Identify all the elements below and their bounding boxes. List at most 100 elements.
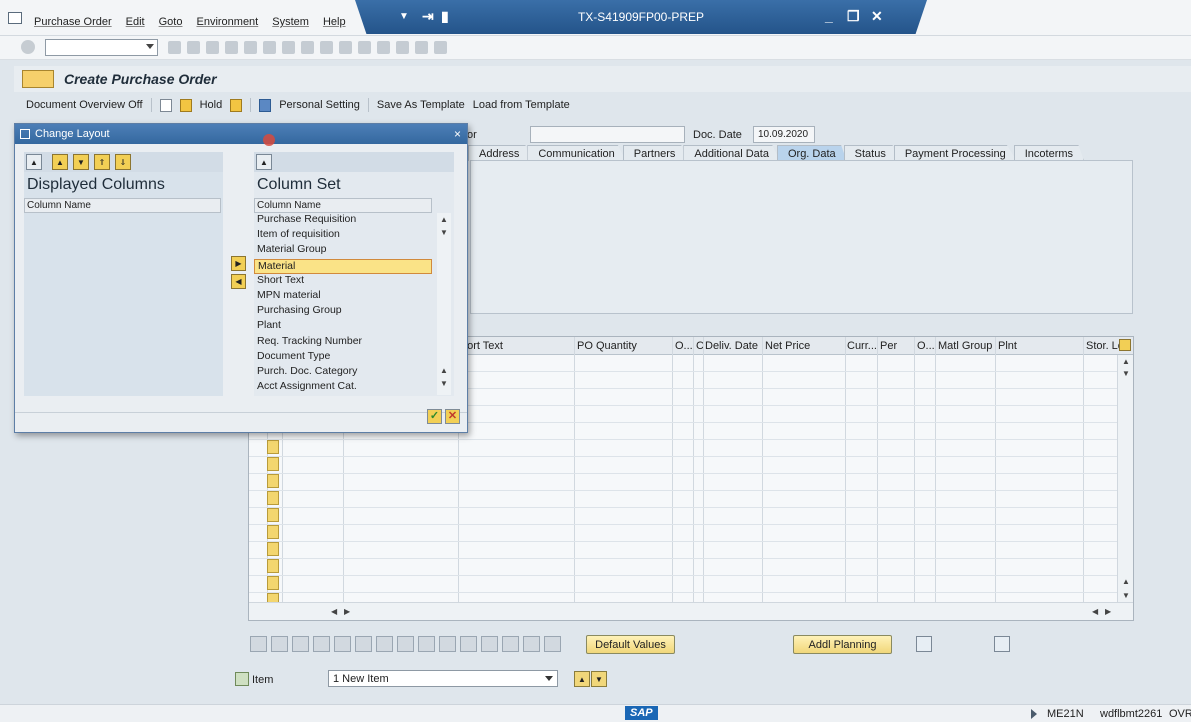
grid-vertical-scrollbar[interactable]: ▲ ▼ ▲ ▼ xyxy=(1117,355,1133,605)
document-overview-button[interactable]: Document Overview Off xyxy=(26,99,143,111)
exit-icon[interactable] xyxy=(206,41,219,54)
menu-help[interactable]: Help xyxy=(323,16,346,28)
scroll-up-icon[interactable]: ▲ xyxy=(440,215,448,224)
expand-status-icon[interactable] xyxy=(1031,709,1037,719)
scroll-right-icon[interactable]: ▶ xyxy=(344,607,350,616)
personal-setting-button[interactable]: Personal Setting xyxy=(279,99,360,111)
scroll-down-icon[interactable]: ▼ xyxy=(440,228,448,237)
next-page-icon[interactable] xyxy=(339,41,352,54)
row-selector[interactable] xyxy=(267,508,279,522)
column-header-plant[interactable]: Plnt xyxy=(998,340,1017,352)
paste-icon[interactable] xyxy=(292,636,309,652)
planning-icon[interactable] xyxy=(916,636,932,652)
column-header-po-quantity[interactable]: PO Quantity xyxy=(577,340,637,352)
hold-button[interactable]: Hold xyxy=(200,99,223,111)
item-select[interactable]: 1 New Item xyxy=(328,670,558,687)
column-header-per[interactable]: Per xyxy=(880,340,897,352)
list-item[interactable]: Purch. Doc. Category xyxy=(254,365,432,380)
scroll-right-icon[interactable]: ▶ xyxy=(1105,607,1111,616)
move-bottom-icon[interactable]: ⇓ xyxy=(115,154,131,170)
column-header-net-price[interactable]: Net Price xyxy=(765,340,810,352)
move-down-icon[interactable]: ▼ xyxy=(73,154,89,170)
menu-environment[interactable]: Environment xyxy=(196,16,258,28)
scroll-down-icon[interactable]: ▼ xyxy=(1122,369,1130,378)
scroll-left-icon[interactable]: ◀ xyxy=(1092,607,1098,616)
unlock-icon[interactable] xyxy=(376,636,393,652)
help-icon[interactable] xyxy=(415,41,428,54)
row-selector[interactable] xyxy=(267,457,279,471)
list-item[interactable]: Purchase Requisition xyxy=(254,213,432,228)
displayed-column-name-header[interactable]: Column Name xyxy=(24,198,221,213)
list-item[interactable]: MPN material xyxy=(254,289,432,304)
scroll-up-icon[interactable]: ▲ xyxy=(440,366,448,375)
addl-planning-button[interactable]: Addl Planning xyxy=(793,635,892,654)
column-header-matl-group[interactable]: Matl Group xyxy=(938,340,992,352)
move-up-icon[interactable]: ▲ xyxy=(52,154,68,170)
tab-incoterms[interactable]: Incoterms xyxy=(1013,145,1085,161)
list-item-selected[interactable]: Material xyxy=(254,258,432,274)
cut-icon[interactable] xyxy=(397,636,414,652)
menu-goto[interactable]: Goto xyxy=(159,16,183,28)
new-document-icon[interactable] xyxy=(159,98,172,112)
row-selector[interactable] xyxy=(267,542,279,556)
previous-item-button[interactable]: ▲ xyxy=(574,671,590,687)
tab-address[interactable]: Address xyxy=(468,145,531,161)
list-item[interactable]: Document Type xyxy=(254,350,432,365)
scroll-down-icon[interactable]: ▼ xyxy=(440,379,448,388)
column-header-order-price-unit[interactable]: O... xyxy=(917,340,935,352)
list-item[interactable]: Purchasing Group xyxy=(254,304,432,319)
list-item[interactable]: Req. Tracking Number xyxy=(254,335,432,350)
lock-icon[interactable] xyxy=(355,636,372,652)
add-document-icon[interactable] xyxy=(994,636,1010,652)
load-from-template-button[interactable]: Load from Template xyxy=(473,99,570,111)
save-as-template-button[interactable]: Save As Template xyxy=(377,99,465,111)
row-selector[interactable] xyxy=(267,491,279,505)
tab-additional-data[interactable]: Additional Data xyxy=(683,145,780,161)
sort-descending-icon[interactable] xyxy=(460,636,477,652)
insert-row-icon[interactable] xyxy=(313,636,330,652)
find-icon[interactable] xyxy=(263,41,276,54)
tab-org-data[interactable]: Org. Data xyxy=(776,145,847,161)
restore-button[interactable]: ❐ xyxy=(847,8,860,25)
layout-menu-icon[interactable] xyxy=(434,41,447,54)
scroll-up-icon[interactable]: ▲ xyxy=(1122,577,1130,586)
move-right-button[interactable]: ▶ xyxy=(231,256,246,271)
cancel-button[interactable]: ✕ xyxy=(445,409,460,424)
scroll-left-icon[interactable]: ◀ xyxy=(331,607,337,616)
list-item[interactable]: Plant xyxy=(254,319,432,334)
row-selector[interactable] xyxy=(267,559,279,573)
chevron-down-icon[interactable] xyxy=(146,44,154,49)
column-header-currency[interactable]: Curr... xyxy=(847,340,877,352)
system-menu-icon[interactable] xyxy=(8,12,22,24)
insert-mode[interactable]: OVR xyxy=(1169,708,1191,720)
save-icon[interactable] xyxy=(168,41,181,54)
next-item-button[interactable]: ▼ xyxy=(591,671,607,687)
table-icon[interactable] xyxy=(418,636,435,652)
move-left-button[interactable]: ◀ xyxy=(231,274,246,289)
print-preview-icon[interactable] xyxy=(523,636,540,652)
scroll-up-icon[interactable]: ▲ xyxy=(1122,357,1130,366)
info-icon[interactable] xyxy=(259,98,272,112)
minimize-button[interactable]: _ xyxy=(825,8,833,24)
column-set-scrollbar[interactable]: ▲ ▼ ▲ ▼ xyxy=(437,213,451,395)
command-field[interactable] xyxy=(45,39,158,56)
check-icon[interactable] xyxy=(230,98,243,112)
print-icon[interactable] xyxy=(244,41,257,54)
doc-date-field[interactable]: 10.09.2020 xyxy=(753,126,815,143)
default-values-button[interactable]: Default Values xyxy=(586,635,675,654)
grid-horizontal-scrollbar[interactable]: ◀ ▶ ◀ ▶ xyxy=(249,602,1133,620)
row-selector[interactable] xyxy=(267,474,279,488)
cancel-icon[interactable] xyxy=(225,41,238,54)
vendor-input[interactable] xyxy=(530,126,685,143)
find-next-icon[interactable] xyxy=(282,41,295,54)
details-icon[interactable] xyxy=(250,636,267,652)
first-page-icon[interactable] xyxy=(301,41,314,54)
find-icon[interactable]: ▲ xyxy=(256,154,272,170)
row-selector[interactable] xyxy=(267,576,279,590)
tab-payment-processing[interactable]: Payment Processing xyxy=(893,145,1017,161)
move-top-icon[interactable]: ⇑ xyxy=(94,154,110,170)
menu-system[interactable]: System xyxy=(272,16,309,28)
back-icon[interactable] xyxy=(187,41,200,54)
confirm-button[interactable]: ✓ xyxy=(427,409,442,424)
row-selector[interactable] xyxy=(267,440,279,454)
